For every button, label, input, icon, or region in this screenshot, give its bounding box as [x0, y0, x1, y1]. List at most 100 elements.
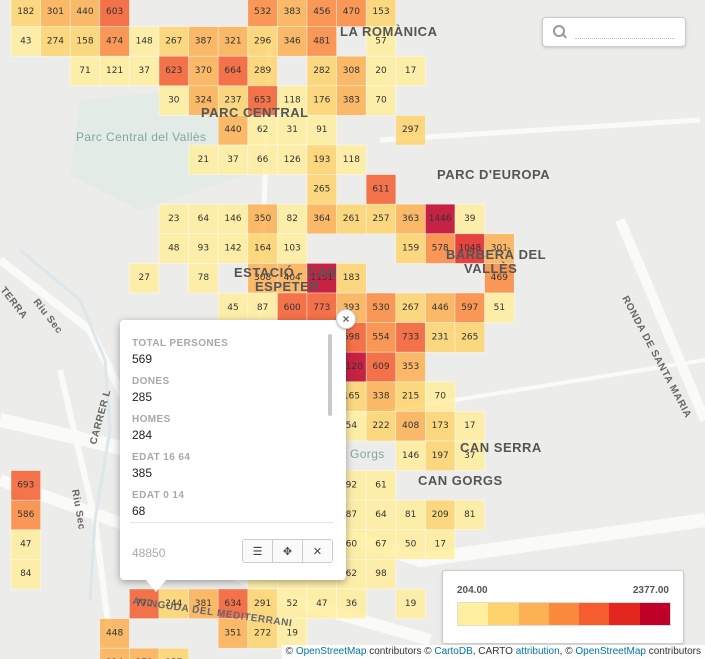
menu-button[interactable]: ☰ — [243, 540, 273, 562]
grid-cell-value: 164 — [254, 244, 271, 254]
grid-cell-value: 70 — [375, 96, 387, 106]
grid-cell-value: 597 — [461, 303, 478, 313]
grid-cell-value: 81 — [464, 510, 475, 520]
move-button[interactable]: ✥ — [273, 540, 303, 562]
grid-cell-value: 265 — [313, 184, 330, 194]
grid-cell-value: 92 — [346, 480, 357, 490]
grid-cell-value: 43 — [20, 36, 31, 46]
legend-swatch — [609, 603, 640, 625]
cartodb-link[interactable]: CartoDB — [434, 646, 472, 657]
popup-feature-id: 48850 — [132, 546, 166, 560]
grid-cell-value: 308 — [343, 66, 360, 76]
grid-cell-value: 364 — [313, 214, 330, 224]
popup-scrollbar[interactable] — [328, 334, 332, 416]
grid-cell-value: 45 — [227, 303, 238, 313]
field-value: 68 — [132, 504, 146, 516]
grid-cell-value: 98 — [375, 569, 387, 579]
grid-cell-value: 222 — [372, 421, 389, 431]
osm-link[interactable]: OpenStreetMap — [296, 646, 367, 657]
grid-cell-value: 71 — [79, 66, 90, 76]
grid-cell-value: 446 — [432, 303, 449, 313]
grid-cell-value: 82 — [286, 214, 297, 224]
legend: 204.00 2377.00 — [442, 570, 684, 644]
grid-cell-value: 338 — [372, 392, 389, 402]
popup-close-button[interactable]: × — [336, 309, 356, 329]
grid-cell-value: 440 — [224, 125, 241, 135]
popup-content[interactable]: TOTAL PERSONES 569 DONES 285 HOMES 284 E… — [120, 320, 334, 516]
legend-min-label: 204.00 — [457, 585, 488, 596]
grid-cell-value: 282 — [313, 66, 330, 76]
grid-cell-value: 530 — [372, 303, 389, 313]
grid-cell-value: 600 — [284, 303, 301, 313]
close-button[interactable]: ✕ — [303, 540, 332, 562]
popup-field: HOMES 284 — [132, 414, 334, 442]
place-label: CAN SERRA — [460, 440, 542, 455]
search-box[interactable] — [542, 17, 686, 47]
field-value: 285 — [132, 390, 153, 404]
place-label: PARC D'EUROPA — [437, 167, 550, 182]
search-icon — [553, 25, 565, 37]
grid-cell-value: 603 — [106, 7, 123, 17]
grid-cell-value: 27 — [138, 273, 149, 283]
close-icon: ✕ — [312, 545, 323, 558]
grid-cell-value: 363 — [402, 214, 419, 224]
grid-cell-value: 554 — [372, 332, 389, 342]
grid-cell-value: 474 — [106, 36, 123, 46]
grid-cell-value: 142 — [224, 244, 241, 254]
grid-cell-value: 84 — [20, 569, 32, 579]
grid-cell-value: 231 — [432, 332, 449, 342]
grid-cell-value: 456 — [313, 7, 330, 17]
grid-cell-value: 19 — [286, 628, 298, 638]
grid-cell-value: 52 — [286, 599, 297, 609]
place-label: ESTACIÓ - CAN — [234, 265, 337, 280]
grid-cell-value: 103 — [284, 244, 301, 254]
popup-divider — [130, 522, 334, 523]
field-value: 569 — [132, 352, 153, 366]
grid-cell-value: 146 — [402, 451, 419, 461]
park-label: Parc Central del Vallès — [76, 130, 206, 144]
grid-cell-value: 60 — [346, 540, 358, 550]
grid-cell-value: 301 — [47, 7, 64, 17]
grid-cell-value: 193 — [313, 155, 330, 165]
map-canvas[interactable]: 182 301 440 603 532 383 456 470 15343 274 158 474 14… — [0, 0, 705, 659]
grid-cell-value: 623 — [165, 66, 182, 76]
close-icon: × — [342, 312, 350, 326]
place-label: VALLÈS — [464, 261, 517, 276]
grid-cell-value: 448 — [106, 628, 123, 638]
grid-cell-value: 93 — [198, 244, 209, 254]
grid-cell-value: 30 — [168, 96, 180, 106]
field-label: DONES — [132, 376, 170, 387]
grid-cell-value: 387 — [195, 36, 212, 46]
grid-cell-value: 183 — [343, 273, 360, 283]
grid-cell-value: 17 — [464, 421, 475, 431]
grid-cell-value: 39 — [464, 214, 476, 224]
grid-cell-value: 1446 — [429, 214, 452, 224]
grid-cell-value: 62 — [346, 569, 357, 579]
grid-cell-value: 146 — [224, 214, 241, 224]
grid-cell-value: 261 — [343, 214, 360, 224]
popup-button-group: ☰ ✥ ✕ — [242, 539, 333, 563]
legend-swatch — [548, 603, 580, 625]
grid-cell-value: 321 — [224, 36, 241, 46]
grid-cell-value: 257 — [372, 214, 389, 224]
place-label: BARBERÀ DEL — [446, 247, 546, 262]
grid-cell-value: 47 — [316, 599, 327, 609]
place-label: CAN GORGS — [418, 473, 503, 488]
attribution-text: , © — [559, 646, 576, 657]
move-icon: ✥ — [282, 545, 293, 558]
osm-link[interactable]: OpenStreetMap — [575, 646, 646, 657]
menu-icon: ☰ — [252, 545, 263, 558]
attribution-link[interactable]: attribution — [516, 646, 560, 657]
grid-cell-value: 176 — [313, 96, 330, 106]
grid-cell-value: 272 — [254, 628, 271, 638]
grid-cell-value: 481 — [313, 36, 330, 46]
attribution-text: contributors © — [366, 646, 435, 657]
grid-cell-value: 209 — [432, 510, 449, 520]
grid-cell-value: 37 — [138, 66, 149, 76]
grid-cell-value: 267 — [165, 36, 182, 46]
info-popup: TOTAL PERSONES 569 DONES 285 HOMES 284 E… — [120, 320, 346, 592]
popup-field: DONES 285 — [132, 376, 334, 404]
grid-cell-value: 78 — [198, 273, 210, 283]
grid-cell-value: 91 — [316, 125, 327, 135]
grid-cell-value: 19 — [405, 599, 417, 609]
